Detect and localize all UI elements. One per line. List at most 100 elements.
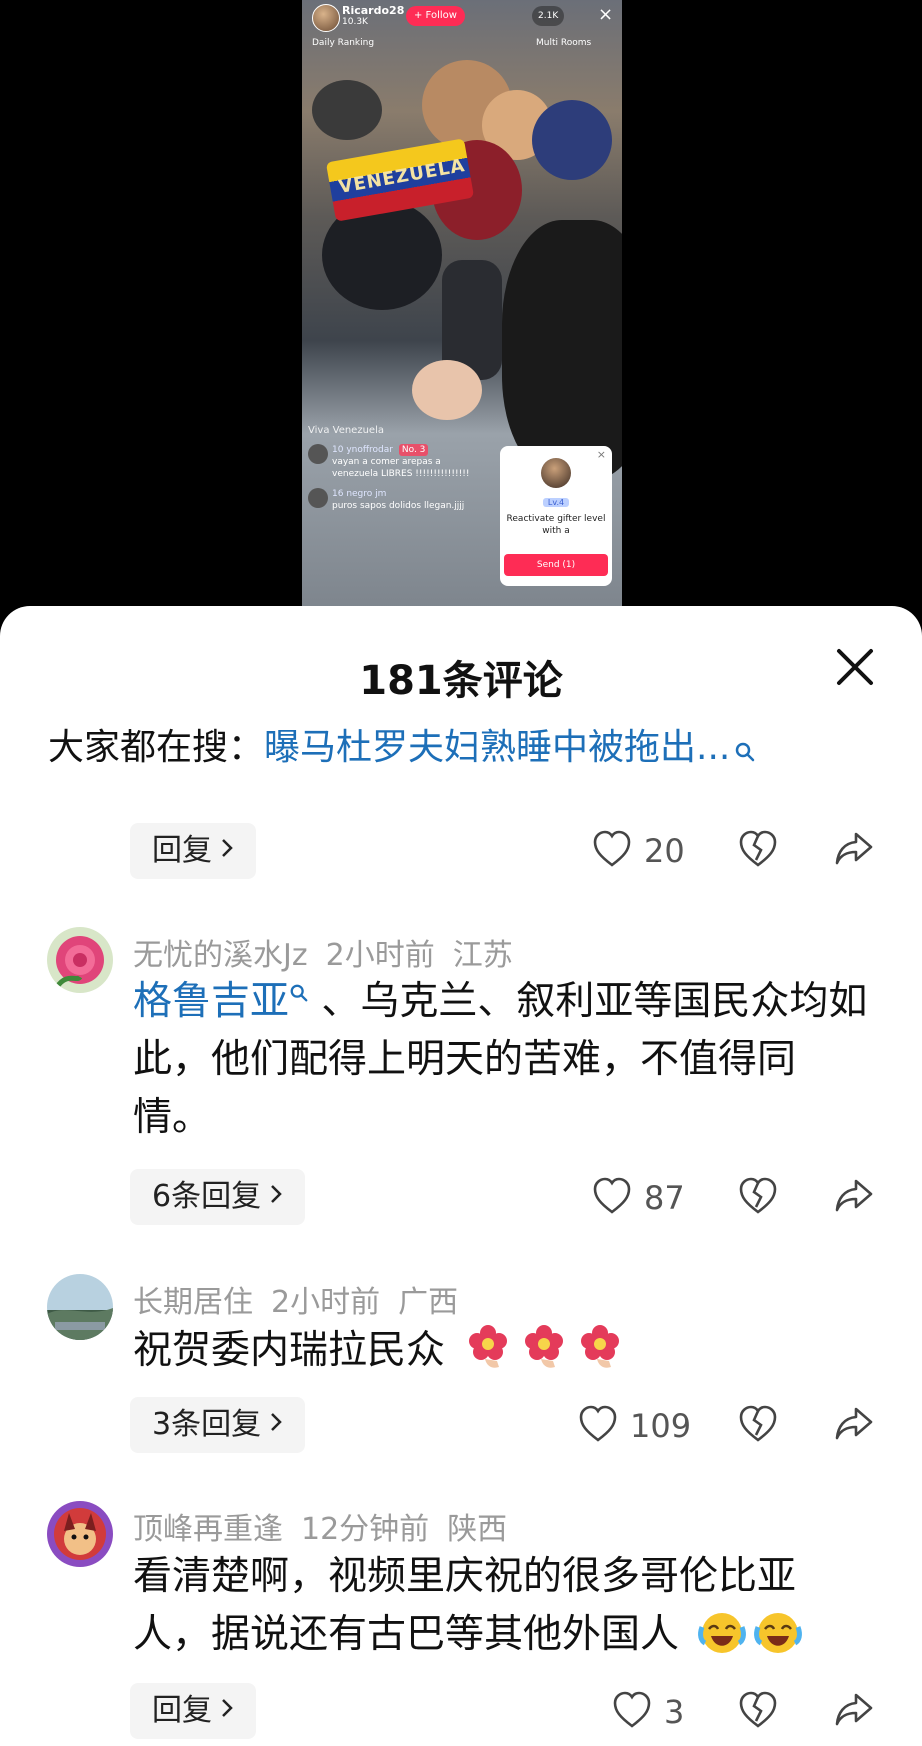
- chat-message: 16 negro jm puros sapos dolidos llegan.j…: [308, 488, 488, 512]
- heart-outline-icon: [612, 1691, 652, 1733]
- dislike-button[interactable]: [738, 1177, 778, 1219]
- chat-badge: No. 3: [398, 444, 429, 456]
- chat-user[interactable]: 10 ynoffrodar: [332, 445, 393, 455]
- crowd-shape: [532, 100, 612, 180]
- chat-text: vayan a comer arepas a venezuela LIBRES …: [332, 457, 470, 479]
- share-arrow-icon: [834, 830, 874, 872]
- reply-label: 6条回复: [152, 1179, 262, 1214]
- comment-text: 祝贺委内瑞拉民众: [133, 1322, 873, 1380]
- avatar[interactable]: [47, 1274, 113, 1340]
- video-area: VENEZUELA Ricardo28 10.3K + Follow 2.1K …: [0, 0, 922, 620]
- chat-message: 10 ynoffrodar No. 3 vayan a comer arepas…: [308, 444, 488, 480]
- comment-time: 2小时前: [325, 938, 435, 973]
- dislike-button[interactable]: [738, 1691, 778, 1733]
- chevron-right-icon: [220, 1683, 234, 1739]
- chevron-right-icon: [269, 1169, 283, 1225]
- trending-search-label: 大家都在搜：: [48, 727, 265, 768]
- like-button[interactable]: 109: [578, 1405, 691, 1447]
- gift-send-button[interactable]: Send (1): [504, 554, 608, 576]
- like-button[interactable]: 3: [612, 1691, 684, 1733]
- chevron-right-icon: [269, 1397, 283, 1453]
- reply-button[interactable]: 6条回复: [130, 1169, 306, 1225]
- chat-hint: Viva Venezuela: [308, 425, 384, 436]
- reply-label: 3条回复: [152, 1407, 262, 1442]
- reply-button[interactable]: 回复: [130, 823, 256, 879]
- multi-rooms[interactable]: Multi Rooms: [536, 38, 591, 48]
- search-icon[interactable]: [289, 979, 309, 1024]
- flower-hand-emoji-icon: [463, 1323, 513, 1373]
- like-button[interactable]: 20: [592, 830, 685, 872]
- live-video-frame[interactable]: VENEZUELA Ricardo28 10.3K + Follow 2.1K …: [302, 0, 622, 620]
- flower-hand-emoji-icon: [519, 1323, 569, 1373]
- host-name[interactable]: Ricardo28: [342, 4, 404, 17]
- reply-button[interactable]: 3条回复: [130, 1397, 306, 1453]
- username[interactable]: 长期居住: [133, 1285, 253, 1320]
- heart-outline-icon: [592, 830, 632, 872]
- hand-shape: [412, 360, 482, 420]
- close-live-icon[interactable]: ×: [598, 2, 613, 28]
- reply-label: 回复: [152, 1693, 212, 1728]
- share-button[interactable]: [834, 1177, 874, 1219]
- share-arrow-icon: [834, 1691, 874, 1733]
- gift-avatar: [541, 458, 571, 488]
- comment-time: 12分钟前: [301, 1512, 430, 1547]
- comment-meta: 长期居住 2小时前 广西: [133, 1277, 476, 1321]
- chat-user[interactable]: 16 negro jm: [332, 489, 386, 499]
- live-top-bar: Ricardo28 10.3K + Follow 2.1K × Daily Ra…: [302, 0, 622, 60]
- comments-sheet: 181条评论 大家都在搜：曝马杜罗夫妇熟睡中被拖出... 回复 20 无忧的溪水…: [0, 606, 922, 1746]
- share-arrow-icon: [834, 1177, 874, 1219]
- share-arrow-icon: [834, 1405, 874, 1447]
- daily-ranking[interactable]: Daily Ranking: [312, 38, 374, 48]
- broken-heart-icon: [738, 1691, 778, 1733]
- share-button[interactable]: [834, 1691, 874, 1733]
- comment-location: 江苏: [452, 938, 513, 973]
- host-likes: 10.3K: [342, 17, 368, 27]
- chat-text: puros sapos dolidos llegan.jjjj: [332, 501, 465, 511]
- comments-title: 181条评论: [359, 658, 563, 704]
- host-avatar[interactable]: [312, 4, 340, 32]
- like-count: 109: [630, 1407, 692, 1445]
- share-button[interactable]: [834, 830, 874, 872]
- dislike-button[interactable]: [738, 1405, 778, 1447]
- comment-body: 祝贺委内瑞拉民众: [133, 1328, 446, 1373]
- gift-close-icon[interactable]: ×: [597, 448, 606, 461]
- gift-level-badge: Lv.4: [542, 498, 570, 507]
- username[interactable]: 无忧的溪水Jz: [133, 938, 308, 973]
- like-count: 20: [644, 832, 685, 870]
- laughing-crying-emoji-icon: [697, 1607, 747, 1657]
- comment-time: 2小时前: [271, 1285, 381, 1320]
- comment-text: 看清楚啊，视频里庆祝的很多哥伦比亚人，据说还有古巴等其他外国人: [133, 1548, 873, 1664]
- trending-search: 大家都在搜：曝马杜罗夫妇熟睡中被拖出...: [48, 722, 756, 778]
- chat-avatar[interactable]: [308, 488, 328, 508]
- avatar[interactable]: [47, 927, 113, 993]
- viewer-count[interactable]: 2.1K: [532, 6, 565, 26]
- like-count: 87: [644, 1179, 685, 1217]
- username[interactable]: 顶峰再重逢: [133, 1512, 283, 1547]
- avatar[interactable]: [47, 1501, 113, 1567]
- dislike-button[interactable]: [738, 830, 778, 872]
- heart-outline-icon: [592, 1177, 632, 1219]
- comment-text: 格鲁吉亚 、乌克兰、叙利亚等国民众均如此，他们配得上明天的苦难，不值得同情。: [133, 973, 873, 1147]
- live-chat: Viva Venezuela 10 ynoffrodar No. 3 vayan…: [308, 425, 488, 520]
- search-icon[interactable]: [734, 726, 756, 778]
- follow-button[interactable]: + Follow: [406, 6, 465, 26]
- heart-outline-icon: [578, 1405, 618, 1447]
- gift-text: Reactivate gifter level with a: [506, 514, 606, 536]
- close-icon[interactable]: [830, 642, 880, 692]
- like-button[interactable]: 87: [592, 1177, 685, 1219]
- comment-topic-link[interactable]: 格鲁吉亚: [133, 979, 289, 1024]
- broken-heart-icon: [738, 1405, 778, 1447]
- comment-location: 陕西: [447, 1512, 508, 1547]
- share-button[interactable]: [834, 1405, 874, 1447]
- flower-hand-emoji-icon: [575, 1323, 625, 1373]
- broken-heart-icon: [738, 830, 778, 872]
- person-foreground-shape: [502, 220, 622, 480]
- reply-button[interactable]: 回复: [130, 1683, 256, 1739]
- comment-location: 广西: [398, 1285, 459, 1320]
- chat-avatar[interactable]: [308, 444, 328, 464]
- gift-card: × Lv.4 Reactivate gifter level with a Se…: [500, 446, 612, 586]
- reply-label: 回复: [152, 833, 212, 868]
- chevron-right-icon: [220, 823, 234, 879]
- trending-search-link[interactable]: 曝马杜罗夫妇熟睡中被拖出...: [264, 727, 730, 768]
- comment-meta: 无忧的溪水Jz 2小时前 江苏: [133, 930, 531, 974]
